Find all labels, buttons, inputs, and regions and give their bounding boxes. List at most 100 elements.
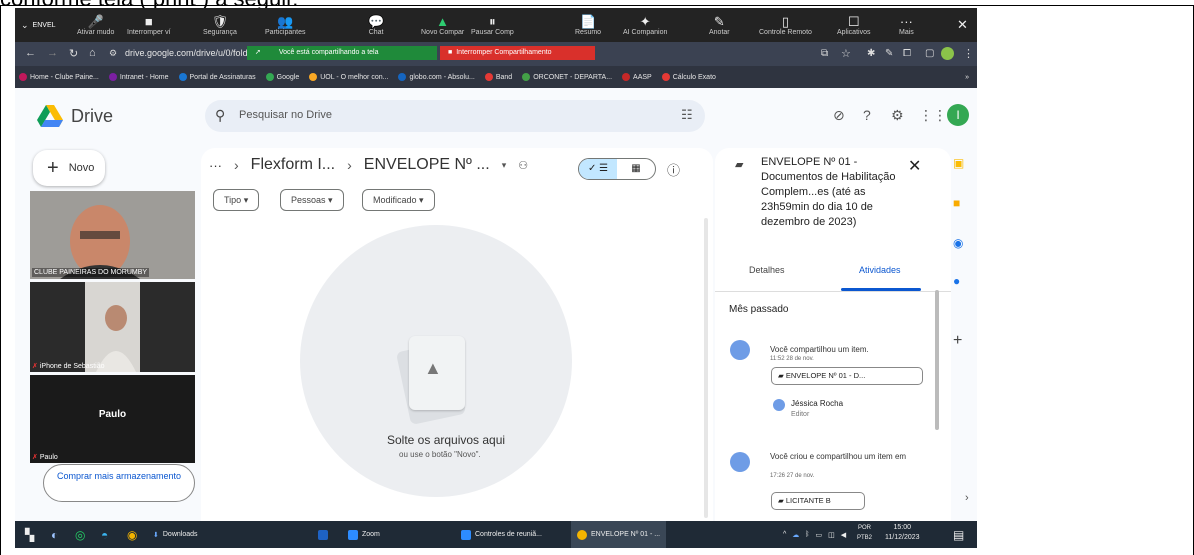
- stop-sharing-label: Interromper Compartilhamento: [456, 49, 552, 56]
- taskbar-app[interactable]: ◎: [75, 521, 85, 548]
- browser-menu-icon[interactable]: ⋮: [963, 47, 974, 60]
- sidepanel-icon[interactable]: ▢: [925, 48, 934, 59]
- stop-sharing-button[interactable]: ■ Interromper Compartilhamento: [440, 46, 595, 60]
- zoom-window-chip[interactable]: ⌄ ENVEL: [21, 8, 56, 42]
- whatsapp-icon: ◎: [75, 527, 86, 542]
- breadcrumb-current[interactable]: ENVELOPE Nº ...: [364, 156, 490, 174]
- taskbar-zoom-controls[interactable]: Controles de reuniã...: [461, 521, 542, 548]
- offline-status-icon[interactable]: ⊘: [833, 107, 845, 124]
- taskbar-app[interactable]: [318, 521, 328, 548]
- bookmark-item[interactable]: Home - Clube Paine...: [19, 73, 99, 81]
- site-info-icon[interactable]: ⚙: [109, 48, 117, 59]
- system-tray[interactable]: ^ ☁ ᛒ ▭ ◫ ◀: [783, 521, 846, 548]
- apps-grid-icon[interactable]: ⋮⋮: [919, 107, 947, 124]
- folder-icon: ▰: [778, 496, 784, 505]
- keep-icon[interactable]: ■: [953, 196, 960, 210]
- input-language[interactable]: POR PTB2: [857, 523, 872, 543]
- tasks-icon[interactable]: ◉: [953, 236, 963, 250]
- puzzle-icon[interactable]: ⧠: [903, 48, 911, 59]
- contacts-icon[interactable]: ●: [953, 274, 960, 288]
- participants-button[interactable]: 👥 Participantes: [265, 8, 305, 42]
- apps-button[interactable]: ☐ Aplicativos: [837, 8, 870, 42]
- taskbar-app[interactable]: ◐: [51, 521, 58, 548]
- stop-video-button[interactable]: ■ Interromper ví: [127, 8, 171, 42]
- avatar: [730, 340, 750, 360]
- new-button[interactable]: + Novo: [33, 150, 105, 186]
- chevron-right-icon[interactable]: ›: [965, 492, 969, 504]
- breadcrumb-parent[interactable]: Flexform I...: [251, 156, 335, 174]
- video-tile[interactable]: ✗ iPhone de Sebastião: [30, 282, 195, 372]
- grid-view-button[interactable]: ▦: [617, 159, 655, 179]
- settings-icon[interactable]: ⚙: [891, 107, 904, 124]
- video-tile[interactable]: Paulo ✗ Paulo: [30, 375, 195, 463]
- close-icon[interactable]: ✕: [908, 156, 921, 176]
- pen-extension-icon[interactable]: ✎: [885, 48, 893, 59]
- bookmark-item[interactable]: Band: [484, 73, 512, 81]
- summary-button[interactable]: 📄 Resumo: [575, 8, 601, 42]
- forward-arrow-icon[interactable]: →: [47, 47, 58, 59]
- ai-companion-button[interactable]: ✦ AI Companion: [623, 8, 667, 42]
- back-arrow-icon[interactable]: ←: [25, 47, 36, 59]
- info-icon[interactable]: ⓘ: [667, 160, 680, 179]
- bookmark-item[interactable]: UOL - O melhor con...: [309, 73, 388, 81]
- cast-icon[interactable]: ⧉: [821, 48, 828, 59]
- scrollbar[interactable]: [704, 218, 708, 518]
- bookmarks-overflow-icon[interactable]: »: [965, 74, 977, 81]
- person-role: Editor: [791, 411, 810, 418]
- video-tile[interactable]: CLUBE PAINEIRAS DO MORUMBY: [30, 191, 195, 279]
- more-button[interactable]: ··· Mais: [899, 8, 914, 42]
- bookmark-item[interactable]: globo.com - Absolu...: [398, 73, 475, 81]
- filter-type-chip[interactable]: Tipo ▾: [213, 189, 260, 211]
- tab-details[interactable]: Detalhes: [749, 265, 785, 275]
- participant-caption: ✗ Paulo: [32, 453, 58, 461]
- reload-icon[interactable]: ↻: [69, 47, 78, 60]
- taskbar-downloads[interactable]: ⬇ Downloads: [153, 521, 198, 548]
- scrollbar[interactable]: [935, 290, 939, 430]
- filter-people-label: Pessoas: [291, 195, 326, 205]
- filter-modified-chip[interactable]: Modificado ▾: [362, 189, 435, 211]
- help-icon[interactable]: ?: [863, 107, 871, 123]
- bookmark-star-icon[interactable]: ☆: [841, 47, 851, 60]
- activity-item-chip[interactable]: ▰ ENVELOPE Nº 01 - D...: [771, 367, 923, 385]
- list-view-button[interactable]: ✓ ☰: [579, 159, 617, 179]
- tab-activity[interactable]: Atividades: [859, 265, 901, 275]
- pause-share-button[interactable]: ⏸ Pausar Comp: [471, 8, 514, 42]
- mute-button[interactable]: 🎤 Ativar mudo: [77, 8, 114, 42]
- chat-button[interactable]: 💬 Chat: [368, 8, 384, 42]
- extension-icon[interactable]: ✱: [867, 48, 875, 59]
- avatar[interactable]: I: [947, 104, 969, 126]
- bookmark-item[interactable]: ORCONET - DEPARTA...: [522, 73, 612, 81]
- drive-logo-icon[interactable]: [37, 105, 63, 127]
- home-icon[interactable]: ⌂: [89, 47, 96, 59]
- search-options-icon[interactable]: ☷: [681, 107, 693, 123]
- search-icon[interactable]: ⚲: [215, 107, 225, 124]
- zoom-icon: [348, 529, 358, 540]
- filter-people-chip[interactable]: Pessoas ▾: [280, 189, 344, 211]
- taskbar-app[interactable]: ◉: [127, 521, 137, 548]
- participant-video: [30, 191, 195, 279]
- annotate-button[interactable]: ✎ Anotar: [709, 8, 730, 42]
- security-button[interactable]: 🛡 Segurança: [203, 8, 237, 42]
- caret-down-icon[interactable]: ▾: [502, 160, 507, 171]
- activity-item-chip[interactable]: ▰ LICITANTE B: [771, 492, 865, 510]
- taskbar-zoom[interactable]: Zoom: [348, 521, 380, 548]
- taskbar-chrome-window[interactable]: ENVELOPE Nº 01 - ...: [571, 521, 667, 548]
- bookmark-item[interactable]: Google: [265, 73, 299, 81]
- profile-icon[interactable]: [941, 47, 954, 60]
- bookmark-item[interactable]: Portal de Assinaturas: [178, 73, 256, 81]
- bookmark-item[interactable]: AASP: [622, 73, 652, 81]
- close-icon[interactable]: ✕: [957, 8, 968, 42]
- remote-control-button[interactable]: ▯ Controle Remoto: [759, 8, 812, 42]
- bookmark-item[interactable]: Cálculo Exato: [661, 73, 716, 81]
- system-clock[interactable]: 15:00 11/12/2023: [885, 523, 920, 543]
- shared-people-icon[interactable]: ⚇: [518, 159, 528, 172]
- calendar-icon[interactable]: ▣: [953, 156, 964, 170]
- start-button[interactable]: ▚: [25, 521, 34, 548]
- taskbar-app[interactable]: ◓: [101, 521, 108, 548]
- buy-storage-button[interactable]: Comprar mais armazenamento: [43, 464, 195, 502]
- add-addon-icon[interactable]: +: [953, 332, 962, 350]
- breadcrumb-more[interactable]: ···: [209, 158, 222, 173]
- new-share-button[interactable]: ▲ Novo Compar: [421, 8, 464, 42]
- notifications-button[interactable]: ▤: [953, 521, 964, 548]
- bookmark-item[interactable]: Intranet - Home: [108, 73, 169, 81]
